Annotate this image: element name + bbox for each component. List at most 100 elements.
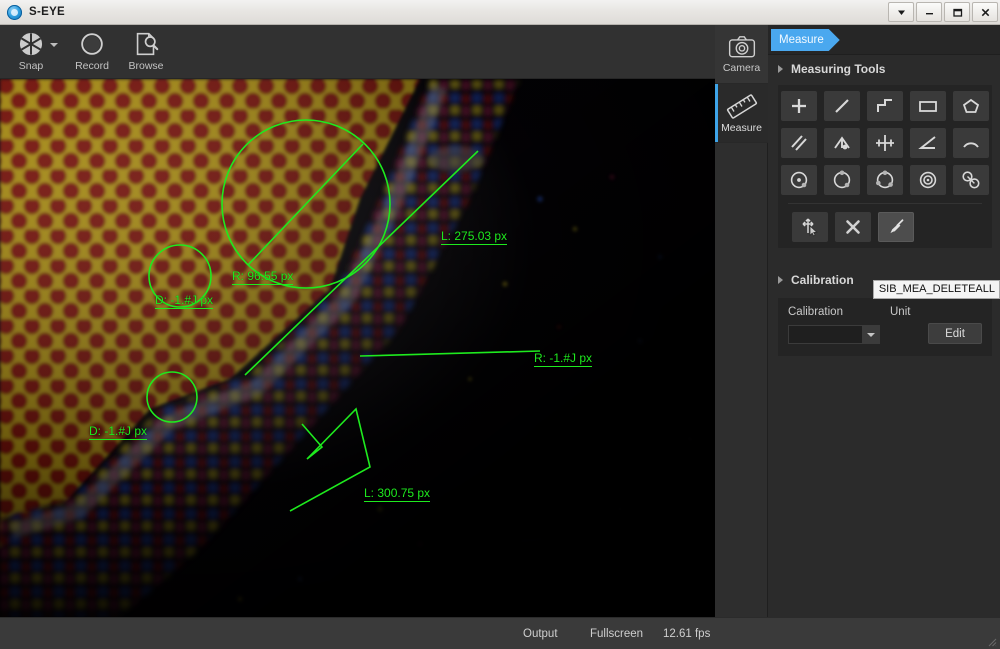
- plus-icon: [789, 96, 809, 116]
- application-window: S-EYE: [0, 0, 1000, 649]
- circle-3point-tool[interactable]: [824, 165, 860, 195]
- tool-divider: [788, 203, 982, 204]
- concentric-circles-icon: [918, 170, 938, 190]
- circle-radius-tool[interactable]: [781, 165, 817, 195]
- measured-line-flat: [360, 351, 540, 356]
- snap-button[interactable]: Snap: [6, 25, 56, 72]
- record-label: Record: [75, 60, 109, 72]
- calibration-select[interactable]: [788, 325, 880, 344]
- main-toolbar: Snap Record Browse: [0, 25, 715, 79]
- angle-icon: [918, 133, 938, 153]
- polyline-tool[interactable]: [867, 91, 903, 121]
- step-polyline-icon: [875, 96, 895, 116]
- line-tool[interactable]: [824, 91, 860, 121]
- aperture-icon: [16, 29, 46, 59]
- tool-row-2: [778, 128, 992, 158]
- status-fullscreen[interactable]: Fullscreen: [590, 628, 643, 640]
- camera-icon: [727, 34, 757, 60]
- maximize-button[interactable]: [944, 2, 970, 22]
- tool-row-1: [778, 91, 992, 121]
- crosshair-tool[interactable]: [867, 128, 903, 158]
- rectangle-icon: [917, 96, 939, 116]
- circle-three-point-icon: [875, 170, 895, 190]
- polygon-tool[interactable]: [953, 91, 989, 121]
- record-button[interactable]: Record: [68, 25, 116, 72]
- calibration-edit-button[interactable]: Edit: [928, 323, 982, 344]
- angle-tool[interactable]: [910, 128, 946, 158]
- calibration-box: Calibration Unit Edit: [778, 298, 992, 356]
- window-controls: [888, 2, 998, 22]
- measured-line-long: [245, 151, 478, 375]
- tool-row-3: [778, 165, 992, 195]
- status-bar: Output Fullscreen 12.61 fps: [0, 617, 1000, 649]
- browse-button[interactable]: Browse: [122, 25, 170, 72]
- browse-label: Browse: [128, 60, 163, 72]
- arc-tool[interactable]: [953, 128, 989, 158]
- chevron-right-icon: [778, 65, 783, 73]
- title-bar: S-EYE: [0, 0, 1000, 25]
- camera-viewport[interactable]: R: 96.55 px L: 275.03 px D: -1.#J px D: …: [0, 79, 715, 617]
- window-menu-button[interactable]: [888, 2, 914, 22]
- breadcrumb: Measure: [768, 25, 1000, 55]
- line-length-label: L: 275.03 px: [441, 229, 507, 245]
- vertical-distance-tool[interactable]: [824, 128, 860, 158]
- measured-circle-small-2: [147, 372, 197, 422]
- chevron-right-icon: [778, 276, 783, 284]
- breadcrumb-measure[interactable]: Measure: [771, 29, 840, 51]
- measured-polyline: [290, 409, 370, 511]
- close-button[interactable]: [972, 2, 998, 22]
- snap-label: Snap: [19, 60, 44, 72]
- two-circles-tool[interactable]: [953, 165, 989, 195]
- window-title: S-EYE: [29, 6, 65, 18]
- record-circle-icon: [77, 29, 107, 59]
- line-radius-label: R: -1.#J px: [534, 351, 592, 367]
- broom-icon: [886, 217, 906, 237]
- tool-row-4: [792, 212, 992, 242]
- chevron-down-icon[interactable]: [862, 326, 879, 343]
- delete-tool[interactable]: [835, 212, 871, 242]
- double-circle-icon: [961, 170, 981, 190]
- measurement-overlay: [0, 79, 715, 617]
- circle-radius-label: R: 96.55 px: [232, 269, 293, 285]
- sidebar-camera-label: Camera: [723, 62, 760, 74]
- section-measuring-tools[interactable]: Measuring Tools: [768, 55, 1000, 83]
- polyline-length-label: L: 300.75 px: [364, 486, 430, 502]
- side-tab-strip: Camera Measure: [715, 25, 768, 617]
- diagonal-line-icon: [832, 96, 852, 116]
- browse-folder-search-icon: [131, 29, 161, 59]
- delete-all-tool[interactable]: [878, 212, 914, 242]
- sidebar-item-camera[interactable]: Camera: [715, 25, 768, 84]
- sidebar-item-measure[interactable]: Measure: [715, 84, 768, 143]
- calibration-field-label: Calibration: [788, 306, 843, 318]
- parallel-lines-icon: [789, 133, 809, 153]
- section-calibration-label: Calibration: [791, 273, 854, 287]
- minimize-button[interactable]: [916, 2, 942, 22]
- app-icon: [7, 5, 22, 20]
- measuring-tools-grid: [778, 85, 992, 248]
- crosshair-icon: [874, 133, 896, 153]
- measure-panel: Measure Measuring Tools: [768, 25, 1000, 617]
- circle-fit-tool[interactable]: [867, 165, 903, 195]
- ruler-icon: [726, 93, 758, 120]
- move-cursor-icon: [800, 217, 820, 237]
- section-measuring-tools-label: Measuring Tools: [791, 62, 885, 76]
- circle-diameter-label-2: D: -1.#J px: [89, 424, 147, 440]
- parallel-lines-tool[interactable]: [781, 128, 817, 158]
- x-delete-icon: [843, 217, 863, 237]
- circle-two-point-icon: [832, 170, 852, 190]
- tooltip: SIB_MEA_DELETEALL: [873, 280, 1000, 299]
- unit-field-label: Unit: [890, 306, 910, 318]
- status-output[interactable]: Output: [523, 628, 558, 640]
- circle-dot-icon: [789, 170, 809, 190]
- arc-icon: [961, 133, 981, 153]
- snap-dropdown-caret[interactable]: [50, 43, 58, 47]
- point-to-line-icon: [832, 133, 852, 153]
- pentagon-icon: [961, 96, 981, 116]
- move-tool[interactable]: [792, 212, 828, 242]
- status-fps: 12.61 fps: [663, 628, 710, 640]
- rectangle-tool[interactable]: [910, 91, 946, 121]
- point-tool[interactable]: [781, 91, 817, 121]
- circle-radius-line: [248, 144, 363, 265]
- concentric-circle-tool[interactable]: [910, 165, 946, 195]
- resize-grip-icon[interactable]: [985, 635, 997, 647]
